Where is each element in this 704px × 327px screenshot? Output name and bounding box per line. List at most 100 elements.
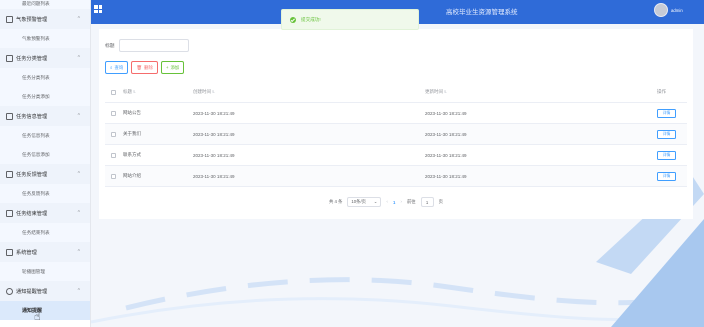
column-header-created[interactable]: 创建时间⇅ xyxy=(193,89,425,95)
query-button[interactable]: ⌕ 查询 xyxy=(105,61,129,74)
chevron-up-icon: ^ xyxy=(77,113,80,119)
row-checkbox[interactable] xyxy=(110,131,116,137)
sidebar-item-task-info-list[interactable]: 任务信息列表 xyxy=(0,126,90,145)
sidebar-group-task-feedback[interactable]: 任务反馈管理 ^ xyxy=(0,164,90,184)
current-page-number[interactable]: 1 xyxy=(393,200,395,205)
sidebar-group-label: 通知提醒管理 xyxy=(16,288,48,295)
chevron-up-icon: ^ xyxy=(77,171,80,177)
menu-square-icon xyxy=(6,15,13,23)
add-button[interactable]: + 添加 xyxy=(160,61,185,74)
sidebar-item-notice[interactable]: 通知提醒 xyxy=(0,301,90,320)
detail-button[interactable]: 详情 xyxy=(657,129,676,139)
sort-icon: ⇅ xyxy=(444,90,448,94)
cell-updated: 2023-11-30 18:21:49 xyxy=(425,152,467,158)
table-row: 网站公告 2023-11-30 18:21:49 2023-11-30 18:2… xyxy=(105,103,687,124)
chevron-up-icon: ^ xyxy=(77,16,80,22)
info-circle-icon xyxy=(6,287,13,295)
detail-button[interactable]: 详情 xyxy=(657,171,676,181)
cell-created: 2023-11-30 18:21:49 xyxy=(193,173,235,179)
table-row: 关于我们 2023-11-30 18:21:49 2023-11-30 18:2… xyxy=(105,124,687,145)
goto-label: 前往 xyxy=(406,199,416,204)
menu-square-icon xyxy=(6,209,13,217)
sidebar-group-notice[interactable]: 通知提醒管理 ^ xyxy=(0,281,90,301)
row-checkbox[interactable] xyxy=(110,152,116,158)
avatar[interactable] xyxy=(654,3,668,17)
cell-created: 2023-11-30 18:21:49 xyxy=(193,152,235,158)
page-size-value: 10条/页 xyxy=(351,199,366,204)
sidebar-item-label: 任务分类添加 xyxy=(22,93,50,99)
pagination-total: 共 4 条 xyxy=(329,199,343,204)
sidebar-item-label: 任务分类列表 xyxy=(22,74,50,80)
sidebar-item-cut[interactable]: 最近问题列表 xyxy=(0,0,90,9)
table-row: 网站介绍 2023-11-30 18:21:49 2023-11-30 18:2… xyxy=(105,166,687,187)
sidebar-item-task-feedback-list[interactable]: 任务反馈列表 xyxy=(0,184,90,203)
delete-button[interactable]: 🗑 删除 xyxy=(131,61,158,74)
action-buttons: ⌕ 查询 🗑 删除 + 添加 xyxy=(105,61,185,74)
sort-icon: ⇅ xyxy=(133,90,137,94)
cell-updated: 2023-11-30 18:21:49 xyxy=(425,173,467,179)
detail-button[interactable]: 详情 xyxy=(657,108,676,118)
sidebar-item-task-category-list[interactable]: 任务分类列表 xyxy=(0,68,90,87)
sort-icon: ⇅ xyxy=(212,90,216,94)
row-checkbox[interactable] xyxy=(110,110,116,116)
column-label: 创建时间 xyxy=(193,89,211,94)
query-button-label: 查询 xyxy=(114,64,124,70)
column-header-title[interactable]: 标题⇅ xyxy=(121,89,193,95)
title-search-input[interactable] xyxy=(118,39,189,52)
content-card: 标题 ⌕ 查询 🗑 删除 + 添加 标题⇅ 创建时间⇅ 更新时间⇅ 操作 网站公告 2… xyxy=(99,29,693,219)
prev-page-button[interactable]: ‹ xyxy=(386,200,388,205)
sidebar-item-label: 任务结束列表 xyxy=(22,229,50,235)
sidebar-group-system[interactable]: 系统管理 ^ xyxy=(0,242,90,262)
cell-updated: 2023-11-30 18:21:49 xyxy=(425,131,467,137)
sidebar-item-weather-list[interactable]: 气象预警列表 xyxy=(0,29,90,48)
search-label: 标题 xyxy=(105,44,115,49)
app-title: 高校毕业生资源管理系统 xyxy=(446,9,518,16)
cell-title: 网站介绍 xyxy=(123,173,141,178)
sidebar-group-label: 任务分类管理 xyxy=(16,55,48,62)
sidebar-group-weather[interactable]: 气象预警管理 ^ xyxy=(0,9,90,29)
row-checkbox[interactable] xyxy=(110,173,116,179)
column-label: 标题 xyxy=(123,89,132,94)
sidebar-item-task-category-add[interactable]: 任务分类添加 xyxy=(0,87,90,106)
grid-icon[interactable] xyxy=(94,5,102,13)
goto-page-input[interactable]: 1 xyxy=(420,197,434,207)
check-circle-icon xyxy=(290,16,296,23)
data-table: 标题⇅ 创建时间⇅ 更新时间⇅ 操作 网站公告 2023-11-30 18:21… xyxy=(105,82,687,187)
hand-cursor-icon: ☝ xyxy=(34,311,41,323)
next-page-button[interactable]: › xyxy=(400,200,402,205)
sidebar-group-label: 系统管理 xyxy=(16,249,37,256)
sidebar-group-task-info[interactable]: 任务信息管理 ^ xyxy=(0,106,90,126)
column-header-updated[interactable]: 更新时间⇅ xyxy=(425,89,657,95)
cell-title: 联系方式 xyxy=(123,152,141,157)
sidebar-group-label: 任务反馈管理 xyxy=(16,171,48,178)
toast-message: 提交成功! xyxy=(301,16,321,22)
sidebar-item-task-info-add[interactable]: 任务信息添加 xyxy=(0,145,90,164)
menu-square-icon xyxy=(6,112,13,120)
sidebar-item-label: 任务信息列表 xyxy=(22,132,50,138)
chevron-up-icon: ^ xyxy=(77,210,80,216)
chevron-up-icon: ^ xyxy=(77,288,80,294)
detail-button[interactable]: 详情 xyxy=(657,150,676,160)
chevron-down-icon: ⌄ xyxy=(373,199,378,204)
pagination: 共 4 条 10条/页 ⌄ ‹ 1 › 前往 1 页 xyxy=(329,197,443,207)
sidebar-group-label: 气象预警管理 xyxy=(16,16,48,23)
sidebar-item-label: 最近问题列表 xyxy=(22,1,50,6)
sidebar-item-carousel[interactable]: 轮播图管理 xyxy=(0,262,90,281)
success-toast: 提交成功! xyxy=(281,9,419,30)
table-row: 联系方式 2023-11-30 18:21:49 2023-11-30 18:2… xyxy=(105,145,687,166)
sidebar: 最近问题列表 气象预警管理 ^ 气象预警列表 任务分类管理 ^ 任务分类列表 任… xyxy=(0,0,91,327)
cell-title: 网站公告 xyxy=(123,110,141,115)
sidebar-item-label: 气象预警列表 xyxy=(22,35,50,41)
sidebar-item-task-end-list[interactable]: 任务结束列表 xyxy=(0,223,90,242)
cell-created: 2023-11-30 18:21:49 xyxy=(193,110,235,116)
sidebar-item-label: 任务信息添加 xyxy=(22,151,50,157)
username[interactable]: admin xyxy=(671,8,683,13)
menu-square-icon xyxy=(6,170,13,178)
select-all-checkbox[interactable] xyxy=(110,89,116,95)
chevron-up-icon: ^ xyxy=(77,55,80,61)
delete-button-label: 删除 xyxy=(144,64,153,70)
sidebar-group-task-end[interactable]: 任务结束管理 ^ xyxy=(0,203,90,223)
sidebar-group-task-category[interactable]: 任务分类管理 ^ xyxy=(0,48,90,68)
menu-square-icon xyxy=(6,248,13,256)
page-size-select[interactable]: 10条/页 ⌄ xyxy=(347,197,382,207)
